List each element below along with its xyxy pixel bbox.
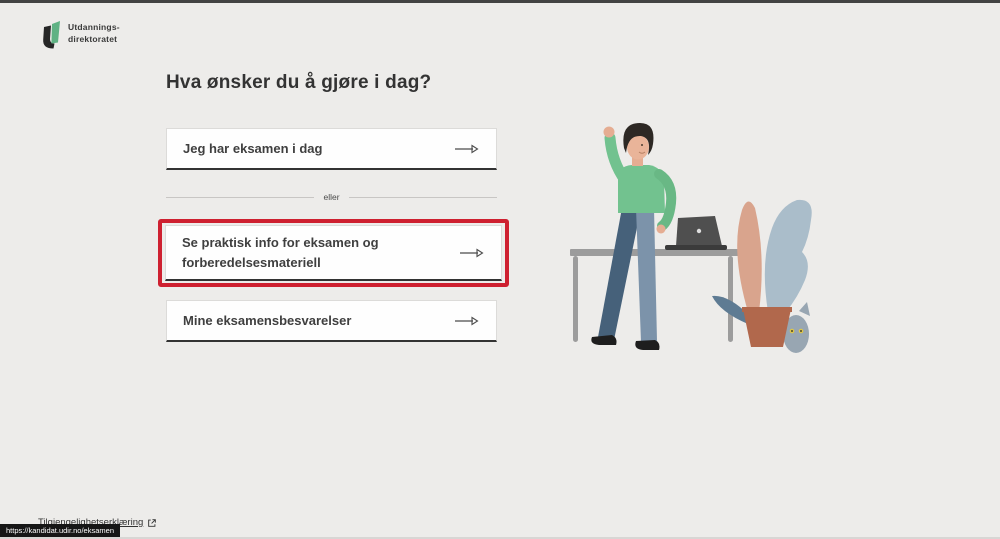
status-bar-url: https://kandidat.udir.no/eksamen [0, 524, 120, 538]
button-exam-today[interactable]: Jeg har eksamen i dag [166, 128, 497, 170]
laptop-base [665, 245, 727, 250]
button-my-answers-label: Mine eksamensbesvarelser [183, 311, 454, 331]
arrow-right-icon [454, 143, 480, 155]
arrow-right-icon [459, 247, 485, 259]
button-my-answers[interactable]: Mine eksamensbesvarelser [166, 300, 497, 342]
person-hand-right [657, 225, 666, 234]
logo-line-1: Utdannings- [68, 22, 120, 33]
desk-leg-right [728, 256, 733, 342]
divider-line-right [349, 197, 497, 198]
button-practical-info[interactable]: Se praktisk info for eksamen og forbered… [165, 225, 502, 281]
desk-leg-left [573, 256, 578, 342]
person-leg-back [598, 208, 641, 340]
external-link-icon [147, 518, 157, 528]
plant-pot [743, 309, 791, 347]
udir-logo-text: Utdannings- direktoratet [68, 22, 120, 44]
person-shoe-left [591, 335, 616, 345]
window-top-edge [0, 0, 1000, 3]
person-shoe-right [635, 340, 659, 350]
button-exam-today-label: Jeg har eksamen i dag [183, 139, 454, 159]
divider-label: eller [314, 192, 348, 202]
plant-leaf-salmon [737, 201, 762, 312]
or-divider: eller [166, 190, 497, 204]
arrow-right-icon [454, 315, 480, 327]
person-hand-waving [604, 127, 615, 138]
app-window: Utdannings- direktoratet Hva ønsker du å… [0, 0, 1000, 539]
udir-logo-mark [38, 18, 61, 49]
button-practical-info-label: Se praktisk info for eksamen og forbered… [182, 233, 459, 272]
highlight-annotation: Se praktisk info for eksamen og forbered… [158, 219, 509, 287]
udir-logo: Utdannings- direktoratet [38, 18, 120, 49]
logo-line-2: direktoratet [68, 34, 120, 45]
divider-line-left [166, 197, 314, 198]
illustration-person-at-desk [562, 110, 847, 360]
person-leg-front [636, 208, 657, 342]
page-title: Hva ønsker du å gjøre i dag? [166, 72, 431, 94]
plant-leaf-blue [765, 200, 812, 312]
